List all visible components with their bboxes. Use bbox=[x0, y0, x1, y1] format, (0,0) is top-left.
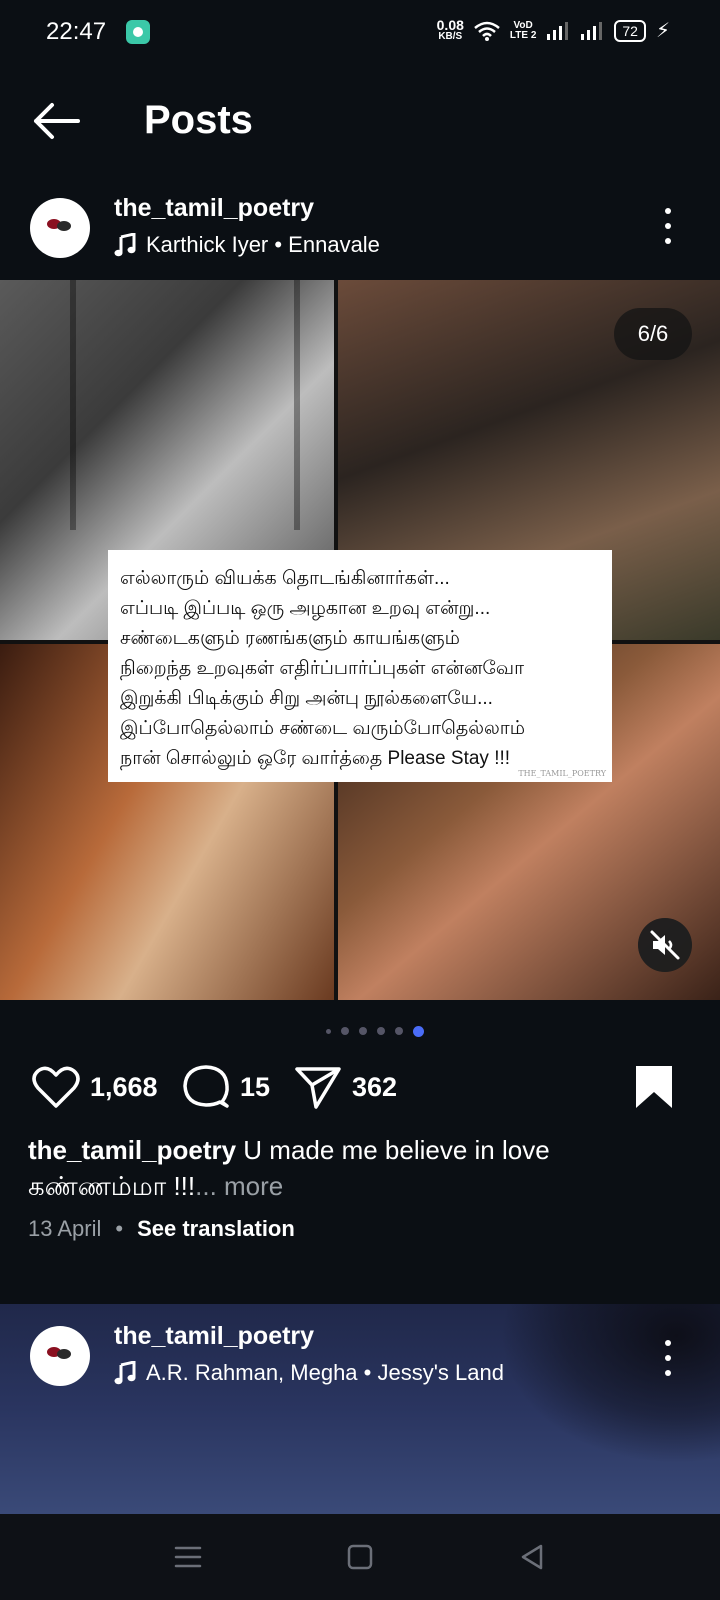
caption-username[interactable]: the_tamil_poetry bbox=[28, 1135, 236, 1165]
system-navigation-bar bbox=[0, 1514, 720, 1600]
more-vertical-icon bbox=[665, 1340, 671, 1346]
poem-line: இறுக்கி பிடிக்கும் சிறு அன்பு நூல்களையே.… bbox=[120, 688, 493, 709]
avatar-logo bbox=[45, 217, 75, 239]
status-time: 22:47 bbox=[46, 18, 107, 45]
send-icon bbox=[295, 1067, 341, 1109]
battery-indicator: 72 bbox=[614, 19, 646, 42]
poem-line: எப்படி இப்படி ஒரு அழகான உறவு என்று... bbox=[120, 598, 491, 619]
avatar-logo bbox=[45, 1345, 75, 1367]
post-username[interactable]: the_tamil_poetry bbox=[114, 194, 314, 223]
share-button[interactable]: 362 bbox=[294, 1062, 397, 1112]
comment-icon bbox=[183, 1065, 229, 1108]
back-button[interactable] bbox=[32, 102, 80, 140]
like-count: 1,668 bbox=[90, 1071, 158, 1102]
like-button[interactable]: 1,668 bbox=[32, 1062, 158, 1112]
back-nav-button[interactable] bbox=[514, 1540, 550, 1574]
music-note-icon bbox=[114, 1361, 136, 1385]
carousel-counter: 6/6 bbox=[614, 308, 692, 360]
post-music[interactable]: Karthick Iyer • Ennavale bbox=[114, 232, 380, 258]
comment-button[interactable]: 15 bbox=[182, 1062, 270, 1112]
post-background-image bbox=[500, 1304, 720, 1464]
app-notification-icon bbox=[126, 20, 150, 44]
comment-count: 15 bbox=[240, 1071, 271, 1102]
signal-icon-2 bbox=[581, 21, 603, 40]
poem-line: எல்லாரும் வியக்க தொடங்கினார்கள்... bbox=[120, 568, 450, 589]
carousel-dot bbox=[395, 1027, 403, 1035]
mute-button[interactable] bbox=[638, 918, 692, 972]
watermark: THE_TAMIL_POETRY bbox=[518, 769, 606, 778]
post-username[interactable]: the_tamil_poetry bbox=[114, 1322, 314, 1351]
save-button[interactable] bbox=[634, 1064, 674, 1110]
post-caption: the_tamil_poetry U made me believe in lo… bbox=[28, 1132, 688, 1204]
more-options-button[interactable] bbox=[660, 1340, 676, 1376]
poem-line: இப்போதெல்லாம் சண்டை வரும்போதெல்லாம் bbox=[120, 718, 526, 739]
more-options-button[interactable] bbox=[660, 208, 676, 244]
signal-icon bbox=[547, 21, 569, 40]
next-post: the_tamil_poetry A.R. Rahman, Megha • Je… bbox=[0, 1304, 720, 1514]
post-meta: 13 April • See translation bbox=[28, 1216, 295, 1242]
music-label: Karthick Iyer • Ennavale bbox=[146, 232, 380, 257]
post-media-carousel[interactable]: 6/6 எல்லாரும் வியக்க தொடங்கினார்கள்... எ… bbox=[0, 280, 720, 1000]
charging-icon: ⚡ bbox=[655, 20, 670, 42]
carousel-dot bbox=[326, 1028, 331, 1034]
carousel-dot-active bbox=[413, 1025, 424, 1037]
network-speed: 0.08 KB/S bbox=[436, 16, 464, 42]
poem-line: சண்டைகளும் ரணங்களும் காயங்களும் bbox=[120, 628, 460, 649]
page-title: Posts bbox=[144, 98, 253, 142]
meta-separator: • bbox=[115, 1216, 124, 1241]
see-translation-link[interactable]: See translation bbox=[137, 1216, 295, 1242]
heart-icon bbox=[32, 1066, 80, 1108]
recent-apps-button[interactable] bbox=[170, 1540, 206, 1574]
post-music[interactable]: A.R. Rahman, Megha • Jessy's Land bbox=[114, 1360, 504, 1386]
home-button[interactable] bbox=[342, 1540, 378, 1574]
carousel-dot bbox=[377, 1027, 385, 1035]
music-note-icon bbox=[114, 233, 136, 257]
bookmark-icon bbox=[636, 1066, 672, 1108]
wifi-icon bbox=[474, 21, 500, 41]
caption-more-link[interactable]: ... more bbox=[195, 1171, 283, 1201]
status-bar: 22:47 0.08 KB/S VoD LTE 2 72 ⚡ bbox=[0, 0, 720, 64]
carousel-dot bbox=[341, 1027, 349, 1035]
carousel-dot bbox=[359, 1027, 367, 1035]
carousel-indicator bbox=[0, 1024, 720, 1038]
avatar[interactable] bbox=[30, 1326, 90, 1386]
volte-indicator: VoD LTE 2 bbox=[509, 19, 537, 41]
music-label: A.R. Rahman, Megha • Jessy's Land bbox=[146, 1360, 504, 1385]
share-count: 362 bbox=[352, 1071, 398, 1102]
app-header: Posts bbox=[0, 80, 720, 162]
avatar[interactable] bbox=[30, 198, 90, 258]
poem-line: நிறைந்த உறவுகள் எதிர்ப்பார்ப்புகள் என்னவ… bbox=[120, 658, 525, 679]
more-vertical-icon bbox=[665, 208, 671, 214]
post-date: 13 April bbox=[28, 1216, 102, 1241]
status-indicators: 0.08 KB/S VoD LTE 2 72 ⚡ bbox=[437, 18, 670, 43]
poem-text-box: எல்லாரும் வியக்க தொடங்கினார்கள்... எப்பட… bbox=[108, 550, 612, 782]
post-actions: 1,668 15 362 bbox=[0, 1062, 720, 1116]
